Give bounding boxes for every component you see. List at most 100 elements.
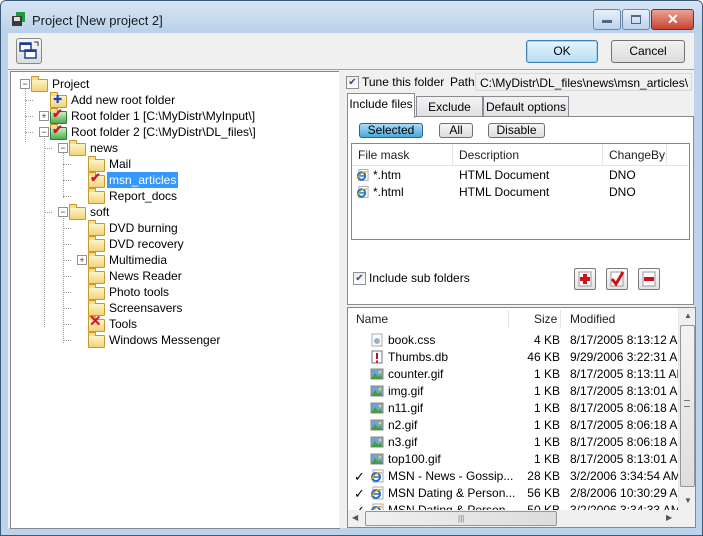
tree-node[interactable]: − Project — [11, 76, 337, 92]
edit-mask-icon — [610, 271, 625, 287]
switch-layout-button[interactable] — [16, 38, 42, 64]
minimize-button[interactable] — [593, 9, 621, 30]
tree-node[interactable]: Report_docs — [11, 188, 337, 204]
tree-node-label[interactable]: Project — [50, 76, 91, 92]
checked-root-folder-icon: ✔ — [50, 106, 67, 124]
tree-node[interactable]: − ✔ Root folder 2 [C:\MyDistr\DL_files\] — [11, 122, 337, 140]
column-header-modified[interactable]: Modified — [570, 308, 615, 330]
collapse-icon[interactable]: − — [58, 207, 68, 217]
collapse-icon[interactable]: − — [20, 79, 30, 89]
tree-node-label[interactable]: news — [88, 140, 120, 156]
file-modified: 8/17/2005 8:06:18 AM — [570, 401, 688, 415]
tree-node[interactable]: Windows Messenger — [11, 332, 337, 348]
tab-include-files[interactable]: Include files — [347, 93, 415, 118]
tree-node-label[interactable]: Screensavers — [107, 300, 184, 316]
column-header-description[interactable]: Description — [453, 144, 603, 166]
file-modified: 8/17/2005 8:13:01 AM — [570, 452, 688, 466]
tree-node-label[interactable]: Tools — [107, 316, 139, 332]
tree-node[interactable]: + Multimedia — [11, 252, 337, 268]
tree-node[interactable]: ✔ msn_articles — [11, 170, 337, 188]
file-row[interactable]: n2.gif 1 KB 8/17/2005 8:06:18 AM — [348, 417, 687, 434]
horizontal-scroll-thumb[interactable]: ||| — [365, 511, 557, 526]
tree-node-label[interactable]: Report_docs — [107, 188, 179, 204]
tree-node-label[interactable]: Mail — [107, 156, 133, 172]
expand-icon[interactable]: + — [77, 255, 87, 265]
folder-shape — [88, 284, 105, 300]
tree-node-label[interactable]: DVD burning — [107, 220, 180, 236]
disable-mode-button[interactable]: Disable — [488, 123, 545, 138]
description-cell: HTML Document — [459, 168, 550, 182]
column-header-changeby[interactable]: ChangeBy — [603, 144, 667, 166]
tree-node[interactable]: News Reader — [11, 268, 337, 284]
tree-node-label[interactable]: Root folder 2 [C:\MyDistr\DL_files\] — [69, 124, 258, 140]
column-header-name[interactable]: Name — [356, 308, 388, 330]
tune-folder-checkbox[interactable]: ✔ — [346, 76, 359, 89]
ok-button[interactable]: OK — [526, 40, 598, 63]
file-mask-row[interactable]: *.html HTML Document DNO — [352, 184, 689, 201]
title-bar[interactable]: Project [New project 2] ✕ — [1, 1, 702, 33]
close-button[interactable]: ✕ — [651, 9, 694, 30]
file-row[interactable]: counter.gif 1 KB 8/17/2005 8:13:11 AM — [348, 366, 687, 383]
tree-node-label[interactable]: DVD recovery — [107, 236, 186, 252]
column-header-file-mask[interactable]: File mask — [352, 144, 453, 166]
file-list[interactable]: Name Size Modified book.css 4 KB 8/17/2005… — [347, 307, 696, 528]
edit-mask-button[interactable] — [606, 268, 628, 290]
tree-node[interactable]: Photo tools — [11, 284, 337, 300]
add-mask-button[interactable] — [574, 268, 596, 290]
path-field[interactable]: C:\MyDistr\DL_files\news\msn_articles\ — [475, 73, 692, 91]
include-subfolders-checkbox[interactable]: ✔ — [353, 272, 366, 285]
expand-icon[interactable]: + — [39, 111, 49, 121]
tree-node-label[interactable]: soft — [88, 204, 111, 220]
tree-node-label[interactable]: Windows Messenger — [107, 332, 222, 348]
file-row[interactable]: n11.gif 1 KB 8/17/2005 8:06:18 AM — [348, 400, 687, 417]
html-document-icon — [356, 185, 369, 199]
remove-mask-button[interactable] — [638, 268, 660, 290]
toolbar: OK Cancel — [8, 33, 694, 70]
vertical-scroll-thumb[interactable] — [680, 325, 695, 487]
cancel-button[interactable]: Cancel — [611, 40, 685, 63]
collapse-icon[interactable]: − — [58, 143, 68, 153]
file-row[interactable]: ✓ MSN - News - Gossip... 28 KB 3/2/2006 3:3… — [348, 468, 681, 485]
tree-node-label[interactable]: Add new root folder — [69, 92, 177, 108]
vertical-scrollbar[interactable]: ▲ ▼ — [678, 308, 695, 510]
collapse-icon[interactable]: − — [39, 127, 49, 137]
tree-node[interactable]: Screensavers — [11, 300, 337, 316]
tree-node-label[interactable]: Root folder 1 [C:\MyDistr\MyInput\] — [69, 108, 257, 124]
folder-tree[interactable]: − Project ✚ Add new root folder + ✔ Root folde… — [10, 71, 340, 529]
panel-splitter[interactable] — [339, 71, 343, 528]
tree-node[interactable]: − soft — [11, 204, 337, 220]
file-row[interactable]: book.css 4 KB 8/17/2005 8:13:12 AM — [348, 332, 687, 349]
scroll-down-arrow-icon[interactable]: ▼ — [684, 496, 692, 505]
file-row[interactable]: ✓ MSN Dating & Person... 56 KB 2/8/2006 10:… — [348, 485, 687, 502]
tree-connector — [25, 132, 33, 133]
scroll-up-arrow-icon[interactable]: ▲ — [684, 311, 692, 320]
tree-node[interactable]: DVD recovery — [11, 236, 337, 252]
scroll-right-arrow-icon[interactable]: ▶ — [666, 513, 672, 522]
file-mask-table[interactable]: File mask Description ChangeBy *.htm HTML… — [351, 143, 690, 240]
tree-node-label[interactable]: Multimedia — [107, 252, 169, 268]
column-header-size[interactable]: Size — [534, 308, 557, 330]
file-row[interactable]: Thumbs.db 46 KB 9/29/2006 3:22:31 AM — [348, 349, 687, 366]
selected-mode-button[interactable]: Selected — [359, 123, 423, 138]
tree-node-label[interactable]: msn_articles — [107, 172, 179, 188]
tree-node[interactable]: ✕ Tools — [11, 314, 337, 332]
file-mask-row[interactable]: *.htm HTML Document DNO — [352, 167, 689, 184]
tree-node[interactable]: Mail — [11, 156, 337, 172]
file-row[interactable]: top100.gif 1 KB 8/17/2005 8:13:01 AM — [348, 451, 687, 468]
tab-default-options[interactable]: Default options — [483, 96, 569, 117]
scroll-left-arrow-icon[interactable]: ◀ — [352, 513, 358, 522]
image-file-icon — [370, 453, 384, 465]
file-name: Thumbs.db — [388, 350, 449, 364]
tree-node[interactable]: − news — [11, 140, 337, 156]
file-row[interactable]: img.gif 1 KB 8/17/2005 8:13:01 AM — [348, 383, 687, 400]
tree-node[interactable]: DVD burning — [11, 220, 337, 236]
folder-icon — [69, 204, 86, 220]
horizontal-scrollbar[interactable]: ◀ ||| ▶ — [348, 510, 678, 527]
tree-node-label[interactable]: Photo tools — [107, 284, 171, 300]
all-mode-button[interactable]: All — [439, 123, 473, 138]
file-row[interactable]: n3.gif 1 KB 8/17/2005 8:06:18 AM — [348, 434, 687, 451]
tab-exclude-files[interactable]: Exclude files — [416, 96, 483, 134]
maximize-button[interactable] — [622, 9, 650, 30]
size-grip[interactable] — [678, 510, 695, 527]
tree-node-label[interactable]: News Reader — [107, 268, 184, 284]
